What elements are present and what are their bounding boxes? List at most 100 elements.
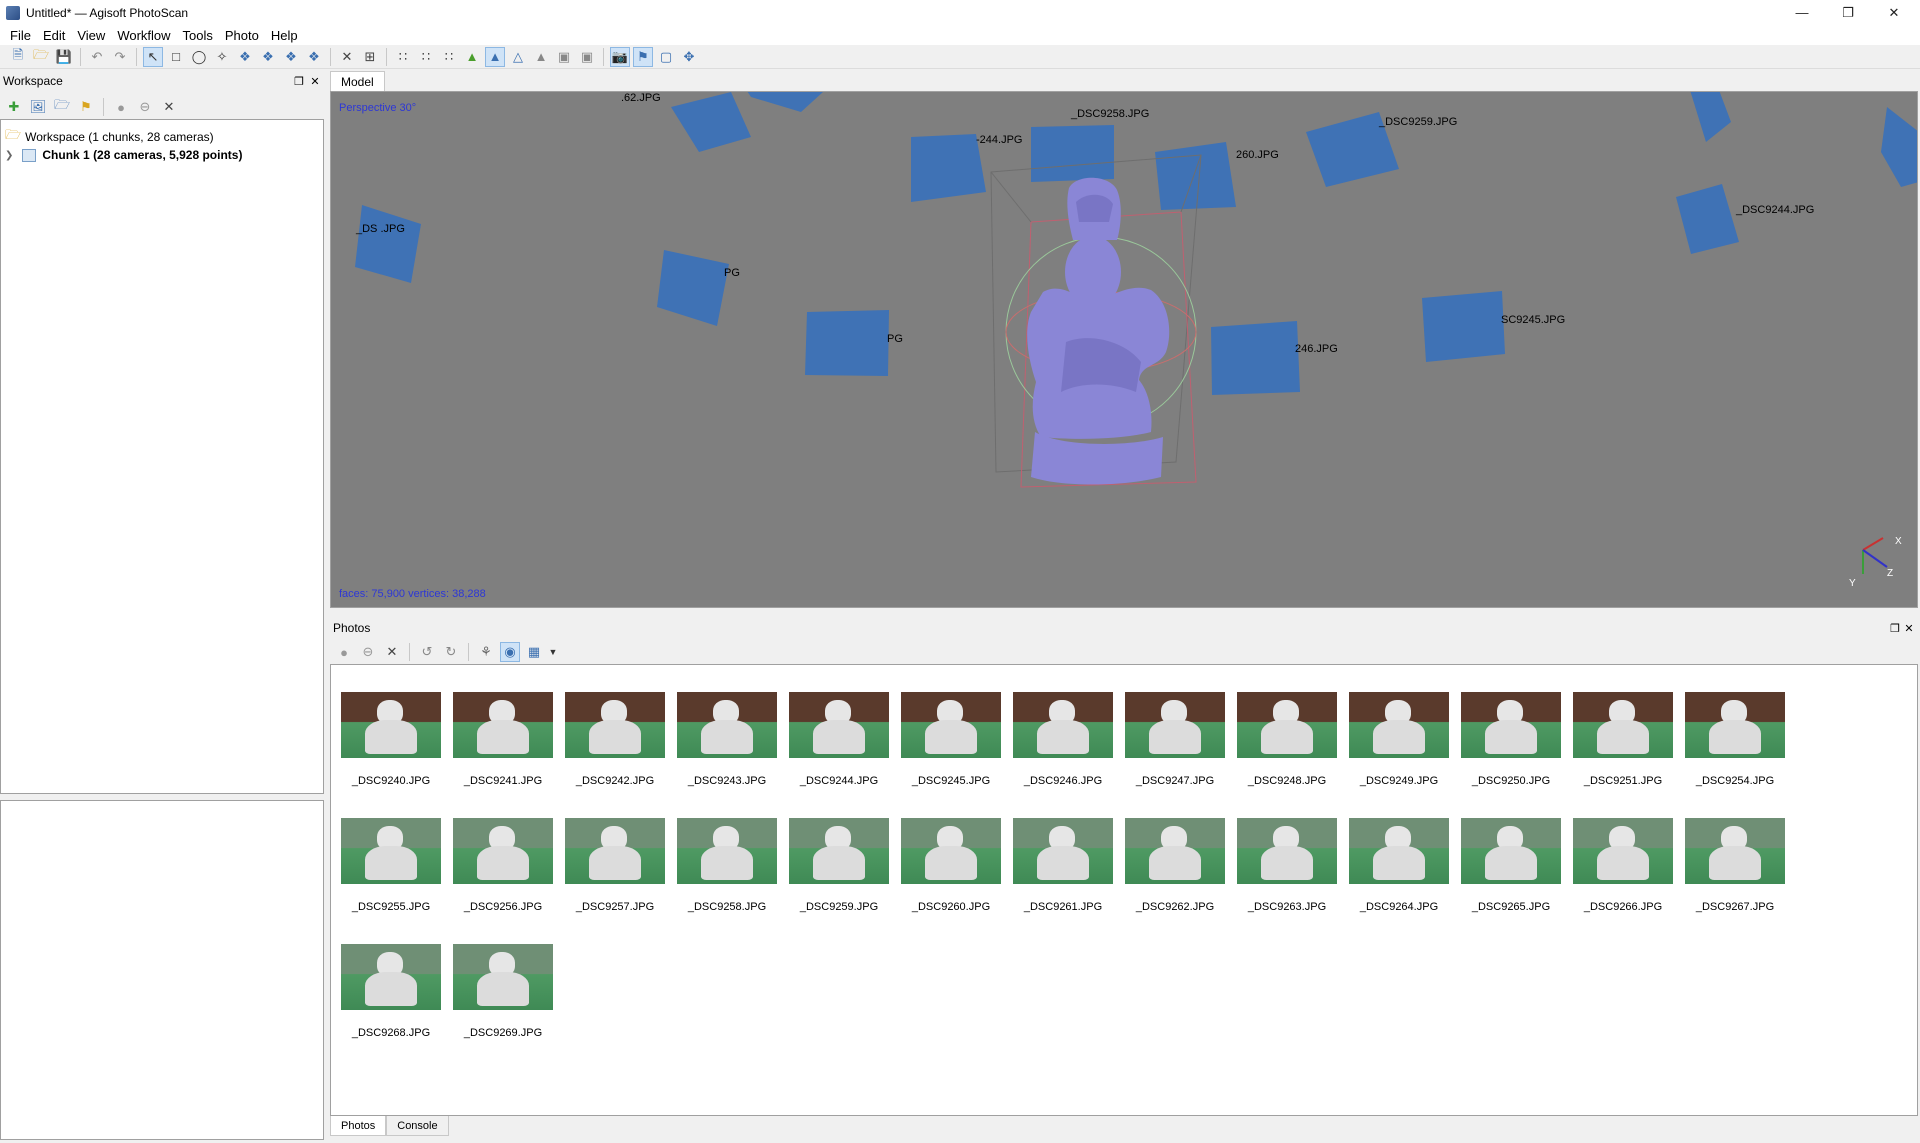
menu-help[interactable]: Help — [265, 28, 304, 43]
photo-thumbnail[interactable]: _DSC9244.JPG — [789, 692, 889, 787]
add-photos-icon[interactable]: 🖼 — [28, 97, 48, 117]
photo-thumbnail[interactable]: _DSC9249.JPG — [1349, 692, 1449, 787]
restore-icon[interactable]: ❐ — [1826, 0, 1870, 25]
filter-by-markers-icon[interactable]: ⚘ — [476, 642, 496, 662]
menu-photo[interactable]: Photo — [219, 28, 265, 43]
remove-items-icon[interactable]: ✕ — [159, 97, 179, 117]
photo-thumbnail[interactable]: _DSC9243.JPG — [677, 692, 777, 787]
rotate-left-icon[interactable]: ↺ — [417, 642, 437, 662]
dense-cloud-icon[interactable]: ∷ — [416, 47, 436, 67]
textured-model-icon[interactable]: ▲ — [531, 47, 551, 67]
photo-thumbnail[interactable]: _DSC9254.JPG — [1685, 692, 1785, 787]
photo-image — [1013, 818, 1113, 884]
tab-photos[interactable]: Photos — [330, 1116, 387, 1136]
photo-thumbnail[interactable]: _DSC9267.JPG — [1685, 818, 1785, 913]
photo-thumbnail[interactable]: _DSC9255.JPG — [341, 818, 441, 913]
photo-thumbnail[interactable]: _DSC9250.JPG — [1461, 692, 1561, 787]
remove-icon[interactable]: ✕ — [382, 642, 402, 662]
new-document-icon[interactable]: 🗎 — [8, 47, 28, 67]
photo-thumbnail[interactable]: _DSC9258.JPG — [677, 818, 777, 913]
photo-thumbnail[interactable]: _DSC9268.JPG — [341, 944, 441, 1039]
view-mode-icon[interactable]: ▦ — [524, 642, 544, 662]
tab-console[interactable]: Console — [386, 1116, 449, 1136]
free-form-selection-icon[interactable]: ✧ — [212, 47, 232, 67]
menu-file[interactable]: File — [4, 28, 37, 43]
rotate-region-icon[interactable]: ❖ — [281, 47, 301, 67]
photo-thumbnail[interactable]: _DSC9259.JPG — [789, 818, 889, 913]
circle-selection-icon[interactable]: ◯ — [189, 47, 209, 67]
close-panel-icon[interactable]: ✕ — [1902, 619, 1916, 637]
float-panel-icon[interactable]: ❐ — [1888, 619, 1902, 637]
workspace-root-item[interactable]: 🗁 Workspace (1 chunks, 28 cameras) — [5, 127, 214, 146]
add-folder-icon[interactable]: 🗁 — [52, 97, 72, 117]
move-region-icon[interactable]: ❖ — [235, 47, 255, 67]
chunk-item[interactable]: ❯ Chunk 1 (28 cameras, 5,928 points) — [5, 146, 242, 164]
crop-selection-icon[interactable]: ⊞ — [360, 47, 380, 67]
photo-thumbnail[interactable]: _DSC9257.JPG — [565, 818, 665, 913]
photo-image — [341, 692, 441, 758]
save-icon[interactable]: 💾 — [54, 47, 74, 67]
photo-thumbnail[interactable]: _DSC9269.JPG — [453, 944, 553, 1039]
navigation-pointer-icon[interactable]: ↖ — [143, 46, 163, 67]
menu-workflow[interactable]: Workflow — [111, 28, 176, 43]
expand-arrow-icon[interactable]: ❯ — [5, 150, 13, 161]
minimize-icon[interactable]: — — [1780, 0, 1824, 25]
photo-thumbnail[interactable]: _DSC9260.JPG — [901, 818, 1001, 913]
photo-thumbnail[interactable]: _DSC9246.JPG — [1013, 692, 1113, 787]
open-folder-icon[interactable]: 🗁 — [31, 47, 51, 67]
menu-tools[interactable]: Tools — [177, 28, 219, 43]
resize-region-icon[interactable]: ❖ — [258, 47, 278, 67]
photo-thumbnail[interactable]: _DSC9266.JPG — [1573, 818, 1673, 913]
tab-model[interactable]: Model — [330, 71, 385, 91]
show-markers-icon[interactable]: ⚑ — [633, 46, 653, 67]
show-region-icon[interactable]: ▢ — [656, 47, 676, 67]
menu-view[interactable]: View — [71, 28, 111, 43]
main-toolbar: 🗎 🗁 💾 ↶ ↷ ↖ □ ◯ ✧ ❖ ❖ ❖ ❖ ✕ ⊞ ∷ ∷ ∷ ▲ ▲ … — [0, 45, 1920, 69]
photo-thumbnail[interactable]: _DSC9240.JPG — [341, 692, 441, 787]
photo-thumbnail[interactable]: _DSC9247.JPG — [1125, 692, 1225, 787]
float-panel-icon[interactable]: ❐ — [292, 72, 306, 90]
point-cloud-icon[interactable]: ∷ — [393, 47, 413, 67]
tiled-model-icon[interactable]: ▣ — [554, 47, 574, 67]
redo-icon[interactable]: ↷ — [110, 47, 130, 67]
undo-icon[interactable]: ↶ — [87, 47, 107, 67]
enable-icon[interactable]: ● — [111, 97, 131, 117]
photo-thumbnail[interactable]: _DSC9264.JPG — [1349, 818, 1449, 913]
reset-view-icon[interactable]: ✥ — [679, 47, 699, 67]
photo-thumbnail[interactable]: _DSC9263.JPG — [1237, 818, 1337, 913]
disable-icon[interactable]: ⊖ — [135, 97, 155, 117]
disable-icon[interactable]: ⊖ — [358, 642, 378, 662]
photo-thumbnail[interactable]: _DSC9261.JPG — [1013, 818, 1113, 913]
photo-thumbnail[interactable]: _DSC9251.JPG — [1573, 692, 1673, 787]
rotate-object-icon[interactable]: ❖ — [304, 47, 324, 67]
photo-thumbnail[interactable]: _DSC9248.JPG — [1237, 692, 1337, 787]
dem-icon[interactable]: ▣ — [577, 47, 597, 67]
close-icon[interactable]: ✕ — [1872, 0, 1916, 25]
show-cameras-icon[interactable]: 📷 — [610, 46, 630, 67]
photo-thumbnail[interactable]: _DSC9241.JPG — [453, 692, 553, 787]
add-chunk-icon[interactable]: ✚ — [4, 97, 24, 117]
menu-edit[interactable]: Edit — [37, 28, 71, 43]
photo-thumbnail[interactable]: _DSC9256.JPG — [453, 818, 553, 913]
delete-selection-icon[interactable]: ✕ — [337, 47, 357, 67]
solid-model-icon[interactable]: ▲ — [485, 46, 505, 67]
filter-by-point-icon[interactable]: ◉ — [500, 642, 520, 662]
wireframe-model-icon[interactable]: △ — [508, 47, 528, 67]
photo-thumbnail[interactable]: _DSC9262.JPG — [1125, 818, 1225, 913]
photo-label: _DSC9249.JPG — [1359, 775, 1439, 787]
photo-image — [1237, 692, 1337, 758]
close-panel-icon[interactable]: ✕ — [308, 72, 322, 90]
chevron-down-icon[interactable]: ▼ — [548, 642, 558, 662]
photo-thumbnail[interactable]: _DSC9245.JPG — [901, 692, 1001, 787]
rectangle-selection-icon[interactable]: □ — [166, 47, 186, 67]
add-markers-icon[interactable]: ⚑ — [76, 97, 96, 117]
photo-thumbnail[interactable]: _DSC9265.JPG — [1461, 818, 1561, 913]
rotate-right-icon[interactable]: ↻ — [441, 642, 461, 662]
dense-cloud-classes-icon[interactable]: ∷ — [439, 47, 459, 67]
photo-thumbnail[interactable]: _DSC9242.JPG — [565, 692, 665, 787]
model-tab-label: Model — [341, 74, 374, 89]
model-viewport[interactable]: .62.JPG -244.JPG _DSC9258.JPG 260.JPG _D… — [330, 91, 1918, 608]
shaded-model-icon[interactable]: ▲ — [462, 47, 482, 67]
toolbar-separator — [80, 47, 81, 66]
enable-icon[interactable]: ● — [334, 642, 354, 662]
